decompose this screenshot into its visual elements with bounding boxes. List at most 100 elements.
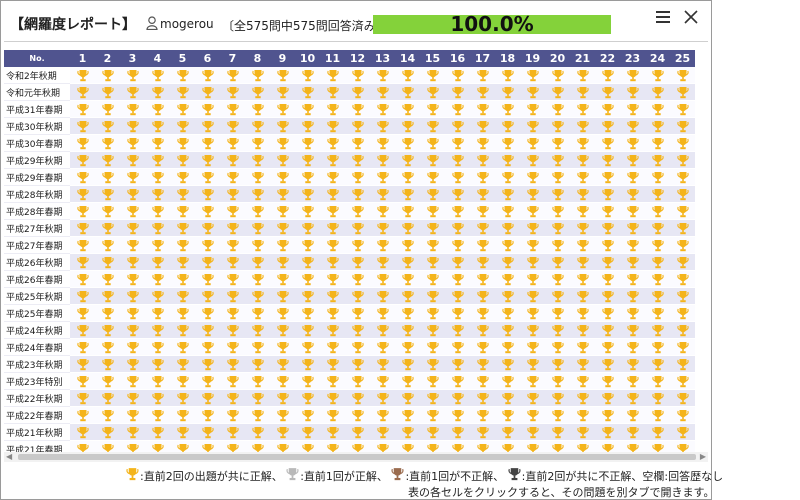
question-cell[interactable] (420, 84, 445, 101)
question-cell[interactable] (120, 101, 145, 118)
question-cell[interactable] (620, 67, 645, 84)
question-cell[interactable] (670, 254, 695, 271)
question-cell[interactable] (470, 84, 495, 101)
question-cell[interactable] (545, 67, 570, 84)
question-cell[interactable] (270, 356, 295, 373)
question-cell[interactable] (220, 288, 245, 305)
question-cell[interactable] (195, 288, 220, 305)
question-cell[interactable] (570, 152, 595, 169)
question-cell[interactable] (645, 101, 670, 118)
question-cell[interactable] (120, 135, 145, 152)
question-cell[interactable] (145, 271, 170, 288)
question-cell[interactable] (570, 322, 595, 339)
question-cell[interactable] (545, 305, 570, 322)
question-cell[interactable] (620, 390, 645, 407)
question-cell[interactable] (95, 373, 120, 390)
question-cell[interactable] (395, 407, 420, 424)
question-cell[interactable] (445, 169, 470, 186)
question-cell[interactable] (495, 135, 520, 152)
question-cell[interactable] (620, 135, 645, 152)
question-cell[interactable] (420, 305, 445, 322)
question-cell[interactable] (120, 407, 145, 424)
question-cell[interactable] (595, 135, 620, 152)
question-cell[interactable] (595, 152, 620, 169)
question-cell[interactable] (445, 373, 470, 390)
question-cell[interactable] (420, 118, 445, 135)
question-cell[interactable] (245, 424, 270, 441)
question-cell[interactable] (495, 118, 520, 135)
question-cell[interactable] (145, 67, 170, 84)
question-cell[interactable] (645, 424, 670, 441)
question-cell[interactable] (70, 237, 95, 254)
question-cell[interactable] (520, 271, 545, 288)
question-cell[interactable] (95, 237, 120, 254)
question-cell[interactable] (370, 373, 395, 390)
question-cell[interactable] (70, 67, 95, 84)
question-cell[interactable] (120, 322, 145, 339)
question-cell[interactable] (220, 373, 245, 390)
question-cell[interactable] (120, 339, 145, 356)
question-cell[interactable] (420, 288, 445, 305)
question-cell[interactable] (670, 305, 695, 322)
question-cell[interactable] (270, 373, 295, 390)
question-cell[interactable] (170, 339, 195, 356)
question-cell[interactable] (370, 152, 395, 169)
question-cell[interactable] (620, 407, 645, 424)
question-cell[interactable] (495, 152, 520, 169)
question-cell[interactable] (420, 135, 445, 152)
question-cell[interactable] (245, 271, 270, 288)
question-cell[interactable] (545, 152, 570, 169)
question-cell[interactable] (345, 135, 370, 152)
question-cell[interactable] (620, 373, 645, 390)
question-cell[interactable] (420, 254, 445, 271)
question-cell[interactable] (345, 339, 370, 356)
question-cell[interactable] (495, 356, 520, 373)
question-cell[interactable] (595, 203, 620, 220)
question-cell[interactable] (220, 152, 245, 169)
question-cell[interactable] (95, 356, 120, 373)
question-cell[interactable] (195, 339, 220, 356)
question-cell[interactable] (120, 288, 145, 305)
question-cell[interactable] (495, 220, 520, 237)
question-cell[interactable] (470, 424, 495, 441)
question-cell[interactable] (320, 118, 345, 135)
question-cell[interactable] (320, 356, 345, 373)
question-cell[interactable] (570, 220, 595, 237)
question-cell[interactable] (270, 407, 295, 424)
question-cell[interactable] (445, 254, 470, 271)
question-cell[interactable] (645, 339, 670, 356)
question-cell[interactable] (495, 186, 520, 203)
question-cell[interactable] (570, 203, 595, 220)
question-cell[interactable] (220, 356, 245, 373)
question-cell[interactable] (245, 135, 270, 152)
question-cell[interactable] (245, 322, 270, 339)
question-cell[interactable] (645, 186, 670, 203)
question-cell[interactable] (570, 169, 595, 186)
question-cell[interactable] (420, 203, 445, 220)
question-cell[interactable] (345, 271, 370, 288)
question-cell[interactable] (495, 271, 520, 288)
question-cell[interactable] (245, 220, 270, 237)
question-cell[interactable] (95, 101, 120, 118)
question-cell[interactable] (445, 101, 470, 118)
question-cell[interactable] (520, 288, 545, 305)
question-cell[interactable] (270, 254, 295, 271)
question-cell[interactable] (270, 271, 295, 288)
question-cell[interactable] (70, 118, 95, 135)
question-cell[interactable] (95, 424, 120, 441)
question-cell[interactable] (145, 305, 170, 322)
question-cell[interactable] (670, 152, 695, 169)
question-cell[interactable] (420, 101, 445, 118)
question-cell[interactable] (520, 373, 545, 390)
question-cell[interactable] (620, 152, 645, 169)
question-cell[interactable] (645, 237, 670, 254)
question-cell[interactable] (270, 118, 295, 135)
question-cell[interactable] (95, 322, 120, 339)
question-cell[interactable] (320, 373, 345, 390)
question-cell[interactable] (545, 322, 570, 339)
question-cell[interactable] (595, 118, 620, 135)
question-cell[interactable] (395, 322, 420, 339)
question-cell[interactable] (595, 67, 620, 84)
question-cell[interactable] (220, 84, 245, 101)
question-cell[interactable] (470, 101, 495, 118)
